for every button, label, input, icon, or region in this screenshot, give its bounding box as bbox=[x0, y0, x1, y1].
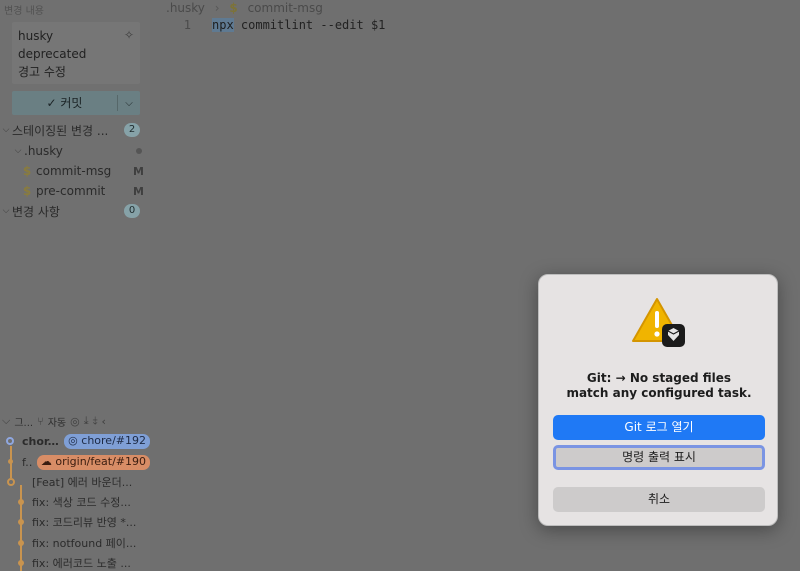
graph-header-label: 그... bbox=[14, 417, 34, 429]
branch-ref: chore/#192 bbox=[81, 433, 146, 447]
graph-row-label: f... bbox=[22, 455, 33, 469]
breadcrumb-folder[interactable]: .husky bbox=[166, 1, 205, 15]
commit-node bbox=[6, 437, 14, 445]
code-text[interactable]: npx commitlint --edit $1 bbox=[212, 18, 385, 32]
file-name: commit-msg bbox=[36, 164, 112, 178]
graph-row[interactable]: f... ☁ origin/feat/#190 bbox=[0, 452, 150, 472]
chevron-down-icon[interactable]: ⌵ bbox=[118, 98, 140, 109]
breadcrumb-file[interactable]: commit-msg bbox=[248, 1, 323, 15]
commit-button[interactable]: ✓ 커밋 ⌵ bbox=[12, 91, 140, 115]
branch-pill: ◎ chore/#192 bbox=[64, 433, 150, 449]
shell-file-icon: $ bbox=[22, 164, 32, 178]
pull-icon[interactable]: ⤈ bbox=[93, 414, 98, 428]
folder-label: .husky bbox=[24, 144, 63, 158]
commit-node bbox=[18, 499, 24, 505]
folder-husky[interactable]: ⌵ .husky bbox=[0, 141, 150, 161]
commit-message-input[interactable]: husky deprecated 경고 수정 ✧ bbox=[12, 22, 140, 84]
show-command-output-button[interactable]: 명령 출력 표시 bbox=[553, 445, 765, 470]
code-highlight: npx bbox=[212, 18, 234, 32]
remote-branch-pill: ☁ origin/feat/#190 bbox=[36, 454, 150, 470]
commit-message-line: 경고 수정 bbox=[18, 65, 66, 79]
source-control-sidebar: 변경 내용 husky deprecated 경고 수정 ✧ ✓ 커밋 ⌵ ⌵ … bbox=[0, 0, 150, 571]
commit-node bbox=[18, 519, 24, 525]
staged-changes-label: 스테이징된 변경 ... bbox=[12, 123, 109, 138]
commit-button-label: 커밋 bbox=[60, 96, 83, 110]
fetch-icon[interactable]: ⤓ bbox=[84, 414, 89, 428]
changes-group[interactable]: ⌵ 변경 사항 0 bbox=[0, 201, 150, 221]
chevron-down-icon: ⌵ bbox=[2, 125, 10, 135]
graph-row-label: fix: 코드리뷰 반영 *... bbox=[32, 516, 137, 529]
file-name: pre-commit bbox=[36, 184, 106, 198]
graph-row[interactable]: fix: 에러코드 노출 ... bbox=[0, 553, 150, 571]
changes-label: 변경 사항 bbox=[12, 204, 60, 219]
code-rest: commitlint --edit $1 bbox=[233, 18, 386, 32]
line-number: 1 bbox=[183, 18, 191, 32]
chevron-down-icon: ⌵ bbox=[2, 206, 10, 216]
changes-section-header: 변경 내용 bbox=[4, 6, 44, 17]
more-icon[interactable]: ‹ bbox=[101, 415, 105, 428]
breadcrumb: .husky › $ commit-msg bbox=[166, 1, 323, 15]
commit-node bbox=[18, 540, 24, 546]
graph-row[interactable]: chor... ◎ chore/#192 bbox=[0, 431, 150, 451]
staged-count-badge: 2 bbox=[124, 123, 140, 137]
git-warning-dialog: Git: → No staged files match any configu… bbox=[538, 274, 778, 526]
dialog-message: Git: → No staged files match any configu… bbox=[549, 371, 769, 401]
chevron-right-icon: › bbox=[214, 1, 220, 15]
check-icon: ✓ bbox=[46, 96, 57, 110]
commit-node bbox=[8, 459, 13, 464]
graph-row[interactable]: fix: 색상 코드 수정... bbox=[0, 492, 150, 512]
commit-node bbox=[18, 560, 24, 566]
graph-row[interactable]: fix: 코드리뷰 반영 *... bbox=[0, 512, 150, 532]
open-git-log-button[interactable]: Git 로그 열기 bbox=[553, 415, 765, 440]
graph-row-label: fix: notfound 페이... bbox=[32, 537, 137, 550]
chevron-down-icon: ⌵ bbox=[2, 414, 11, 427]
file-status: M bbox=[133, 184, 144, 198]
dialog-message-line: Git: → No staged files bbox=[586, 371, 732, 385]
cancel-button[interactable]: 취소 bbox=[553, 487, 765, 512]
folder-modified-dot bbox=[136, 148, 142, 154]
sparkle-icon[interactable]: ✧ bbox=[124, 26, 134, 44]
dialog-message-line: match any configured task. bbox=[566, 386, 752, 400]
merge-node bbox=[7, 478, 15, 486]
target-icon[interactable]: ◎ bbox=[70, 415, 80, 428]
graph-row-label: fix: 색상 코드 수정... bbox=[32, 496, 131, 509]
staged-changes-group[interactable]: ⌵ 스테이징된 변경 ... 2 bbox=[0, 120, 150, 140]
cloud-icon: ☁ bbox=[40, 454, 52, 468]
branch-ref: origin/feat/#190 bbox=[55, 454, 146, 468]
graph-row-label: [Feat] 에러 바운더... bbox=[32, 476, 133, 489]
file-item-commit-msg[interactable]: $ commit-msg M bbox=[0, 161, 150, 181]
warning-icon bbox=[631, 297, 687, 349]
chevron-down-icon: ⌵ bbox=[14, 146, 22, 156]
auto-label[interactable]: 자동 bbox=[48, 414, 66, 429]
branch-icon: ⑂ bbox=[37, 414, 44, 428]
shell-file-icon: $ bbox=[229, 1, 238, 15]
commit-message-line: deprecated bbox=[18, 47, 87, 61]
graph-row-label: chor... bbox=[22, 434, 61, 448]
shell-file-icon: $ bbox=[22, 184, 32, 198]
commit-message-line: husky bbox=[18, 29, 54, 43]
graph-row-label: fix: 에러코드 노출 ... bbox=[32, 557, 131, 570]
file-status: M bbox=[133, 164, 144, 178]
graph-row[interactable]: [Feat] 에러 바운더... bbox=[0, 472, 150, 492]
graph-row[interactable]: fix: notfound 페이... bbox=[0, 533, 150, 553]
graph-section-header[interactable]: ⌵ 그... ⑂ 자동 ◎ ⤓ ⤈ ‹ bbox=[0, 411, 150, 431]
file-item-pre-commit[interactable]: $ pre-commit M bbox=[0, 181, 150, 201]
target-icon: ◎ bbox=[68, 433, 78, 447]
changes-count-badge: 0 bbox=[124, 204, 140, 218]
